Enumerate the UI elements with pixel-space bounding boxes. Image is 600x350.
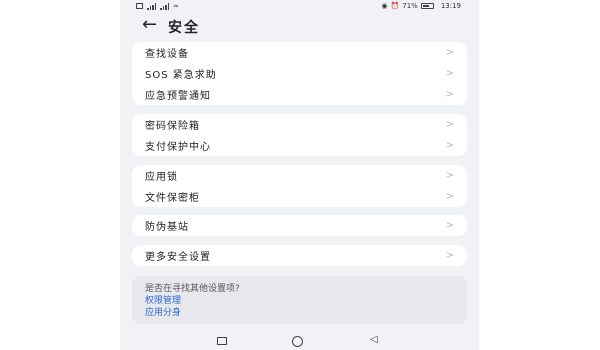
settings-group-4: 防伪基站 > (132, 215, 467, 236)
arrow-left-icon[interactable]: ← (142, 15, 157, 35)
more-security-item[interactable]: 更多安全设置 > (132, 245, 467, 266)
sos-item[interactable]: SOS 紧急求助 > (132, 63, 467, 84)
settings-group-1: 查找设备 > SOS 紧急求助 > 应急预警通知 > (132, 42, 467, 105)
other-settings-hint: 是否在寻找其他设置项? 权限管理 应用分身 (132, 276, 467, 324)
item-label: 文件保密柜 (145, 193, 200, 204)
recent-apps-icon[interactable] (217, 337, 227, 345)
chevron-right-icon: > (445, 170, 454, 181)
find-device-item[interactable]: 查找设备 > (132, 42, 467, 63)
settings-group-3: 应用锁 > 文件保密柜 > (132, 165, 467, 207)
battery-icon (420, 3, 434, 9)
item-label: 支付保护中心 (145, 142, 211, 153)
battery-percent: 71% (402, 2, 418, 10)
status-left: ≈ (136, 2, 179, 10)
password-vault-item[interactable]: 密码保险箱 > (132, 114, 467, 135)
app-lock-item[interactable]: 应用锁 > (132, 165, 467, 186)
back-icon[interactable]: ◁ (370, 334, 378, 345)
chevron-right-icon: > (445, 89, 454, 100)
item-label: 更多安全设置 (145, 252, 211, 263)
chevron-right-icon: > (445, 47, 454, 58)
sim-icon (136, 3, 143, 9)
item-label: 防伪基站 (145, 222, 189, 233)
status-bar: ≈ ◉ ⏰ 71% 13:19 (120, 0, 479, 14)
header: ← 安全 (120, 14, 479, 40)
status-right: ◉ ⏰ 71% 13:19 (381, 2, 461, 10)
signal-icon (147, 2, 156, 10)
signal-icon (160, 2, 169, 10)
file-safe-item[interactable]: 文件保密柜 > (132, 186, 467, 207)
item-label: 应用锁 (145, 172, 178, 183)
chevron-right-icon: > (445, 68, 454, 79)
chevron-right-icon: > (445, 191, 454, 202)
chevron-right-icon: > (445, 140, 454, 151)
time: 13:19 (440, 2, 461, 10)
page-title: 安全 (168, 20, 200, 36)
alarm-icon: ⏰ (390, 2, 400, 10)
item-label: 应急预警通知 (145, 91, 211, 102)
wifi-icon: ≈ (173, 2, 179, 10)
eye-icon: ◉ (381, 2, 388, 10)
chevron-right-icon: > (445, 119, 454, 130)
payment-protection-item[interactable]: 支付保护中心 > (132, 135, 467, 156)
fake-base-station-item[interactable]: 防伪基站 > (132, 215, 467, 236)
item-label: 查找设备 (145, 49, 189, 60)
chevron-right-icon: > (445, 220, 454, 231)
item-label: 密码保险箱 (145, 121, 200, 132)
settings-group-2: 密码保险箱 > 支付保护中心 > (132, 114, 467, 156)
chevron-right-icon: > (445, 250, 454, 261)
settings-group-5: 更多安全设置 > (132, 245, 467, 266)
item-label: SOS 紧急求助 (145, 70, 217, 81)
navigation-bar: ◁ (120, 333, 479, 350)
emergency-alert-item[interactable]: 应急预警通知 > (132, 84, 467, 105)
app-twin-link[interactable]: 应用分身 (145, 305, 181, 318)
home-icon[interactable] (292, 336, 303, 347)
phone-screen: ≈ ◉ ⏰ 71% 13:19 ← 安全 查找设备 > SOS 紧急求助 > 应… (120, 0, 479, 350)
